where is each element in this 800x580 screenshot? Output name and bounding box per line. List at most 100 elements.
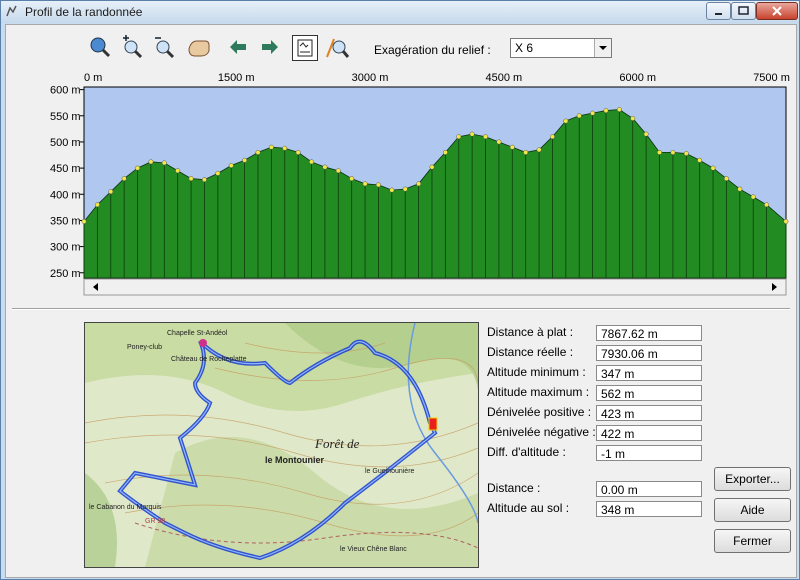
- horizontal-scrollbar: [83, 278, 787, 296]
- elevation-point: [402, 186, 408, 192]
- cursor-distance-label: Distance :: [487, 481, 541, 495]
- elevation-point: [549, 134, 555, 140]
- profile-view-button[interactable]: [292, 35, 318, 61]
- stat-value: 7930.06 m: [596, 345, 702, 361]
- elevation-point: [362, 181, 368, 187]
- x-tick-label: 7500 m: [753, 72, 790, 84]
- elevation-point: [375, 182, 381, 188]
- pan-button[interactable]: [186, 35, 210, 59]
- elevation-point: [121, 176, 127, 182]
- ground-altitude-label: Altitude au sol :: [487, 501, 570, 515]
- elevation-point: [389, 187, 395, 193]
- map-label: le Gueinounière: [365, 468, 415, 475]
- elevation-point: [723, 176, 729, 182]
- elevation-point: [643, 131, 649, 137]
- maximize-button[interactable]: [731, 2, 756, 20]
- elevation-point: [710, 165, 716, 171]
- divider: [12, 308, 790, 310]
- map-label: le Montounier: [265, 455, 324, 465]
- stat-value: 562 m: [596, 385, 702, 401]
- stat-label: Distance réelle :: [487, 345, 574, 359]
- close-window-button[interactable]: [756, 2, 798, 20]
- elevation-point: [737, 186, 743, 192]
- elevation-point: [657, 149, 662, 155]
- stat-value: 347 m: [596, 365, 702, 381]
- stat-label: Dénivelée négative :: [487, 425, 596, 439]
- y-tick-label: 600 m: [50, 85, 81, 97]
- elevation-point: [94, 202, 100, 208]
- locate-button[interactable]: [324, 35, 350, 59]
- elevation-point: [483, 134, 488, 140]
- elevation-point: [683, 151, 689, 156]
- elevation-point: [456, 134, 462, 140]
- elevation-point: [268, 144, 274, 150]
- elevation-point: [697, 157, 703, 163]
- elevation-point: [335, 168, 341, 174]
- help-button[interactable]: Aide: [714, 498, 791, 522]
- stat-value: -1 m: [596, 445, 702, 461]
- elevation-point: [242, 157, 248, 163]
- relief-exaggeration-label: Exagération du relief :: [374, 43, 491, 57]
- elevation-point: [750, 194, 756, 200]
- window-title: Profil de la randonnée: [25, 5, 143, 19]
- minimize-icon: [715, 13, 722, 15]
- x-tick-label: 6000 m: [619, 72, 656, 84]
- elevation-point: [202, 177, 207, 183]
- stat-label: Altitude maximum :: [487, 385, 590, 399]
- elevation-profile-chart[interactable]: 0 m 1500 m 3000 m 4500 m 6000 m 7500 m 600 m 55…: [6, 65, 796, 305]
- elevation-point: [764, 202, 770, 208]
- x-tick-label: 4500 m: [486, 72, 523, 84]
- trail-map[interactable]: Chapelle St-Andéol Poney-club Château de…: [84, 322, 479, 568]
- elevation-point: [148, 159, 154, 165]
- elevation-point: [496, 139, 502, 145]
- elevation-point: [630, 115, 636, 121]
- elevation-point: [255, 149, 261, 155]
- map-label: Chapelle St-Andéol: [167, 330, 228, 337]
- elevation-point: [442, 149, 448, 155]
- zoom-in-button[interactable]: [120, 35, 144, 59]
- next-button[interactable]: [258, 35, 282, 59]
- elevation-point: [295, 149, 301, 155]
- elevation-point: [175, 168, 181, 174]
- zoom-out-button[interactable]: [152, 35, 176, 59]
- elevation-point: [416, 181, 422, 187]
- dropdown-button[interactable]: [594, 39, 611, 57]
- topographic-map-image: Chapelle St-Andéol Poney-club Château de…: [85, 323, 478, 567]
- app-icon: [6, 5, 17, 17]
- export-button[interactable]: Exporter...: [714, 467, 791, 491]
- elevation-point: [161, 160, 167, 166]
- map-label: le Vieux Chêne Blanc: [340, 546, 407, 553]
- previous-button[interactable]: [226, 35, 250, 59]
- elevation-point: [616, 107, 622, 112]
- map-label: le Cabanon du Marquis: [89, 504, 162, 511]
- elevation-point: [536, 147, 542, 153]
- stat-value: 422 m: [596, 425, 702, 441]
- elevation-point: [576, 113, 582, 119]
- relief-exaggeration-select[interactable]: X 6: [510, 38, 612, 58]
- elevation-point: [670, 149, 676, 155]
- cursor-distance-value: 0.00 m: [596, 481, 702, 497]
- close-button[interactable]: Fermer: [714, 529, 791, 553]
- elevation-point: [603, 108, 609, 113]
- ground-altitude-value: 348 m: [596, 501, 702, 517]
- map-label: GR 98: [145, 518, 165, 525]
- elevation-point: [81, 219, 87, 224]
- locate-icon: [326, 38, 350, 58]
- title-bar[interactable]: Profil de la randonnée: [1, 1, 799, 23]
- stat-value: 7867.62 m: [596, 325, 702, 341]
- chevron-down-icon: [599, 46, 607, 50]
- y-tick-label: 450 m: [50, 163, 81, 175]
- pan-hand-icon: [188, 40, 210, 57]
- map-label: Forêt de: [314, 436, 360, 451]
- elevation-point: [429, 164, 435, 170]
- elevation-point: [590, 110, 596, 116]
- y-tick-label: 300 m: [50, 242, 81, 254]
- zoom-out-icon: [155, 37, 175, 59]
- maximize-icon: [738, 6, 749, 15]
- minimize-button[interactable]: [706, 2, 731, 20]
- zoom-fit-button[interactable]: [88, 35, 112, 59]
- profile-view-icon: [297, 39, 313, 57]
- elevation-point: [509, 144, 515, 150]
- y-tick-label: 500 m: [50, 137, 81, 149]
- elevation-point: [523, 149, 529, 155]
